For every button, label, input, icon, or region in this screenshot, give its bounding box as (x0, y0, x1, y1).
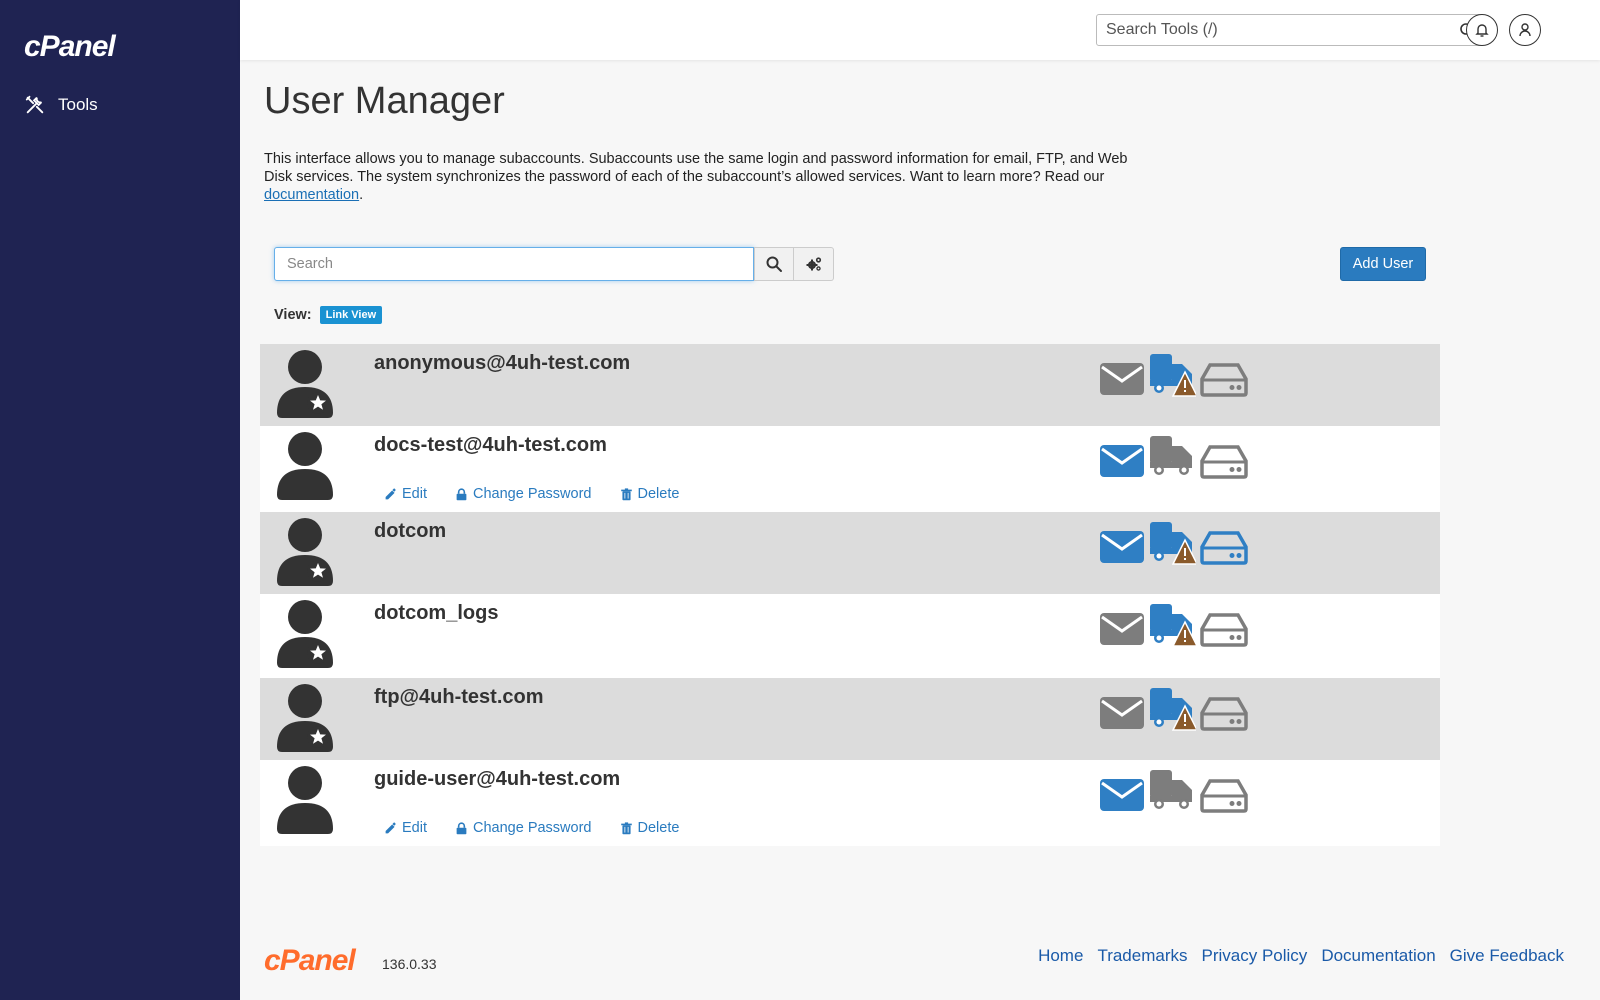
edit-button[interactable]: Edit (384, 486, 427, 502)
footer-link-trademarks[interactable]: Trademarks (1097, 946, 1187, 966)
user-row[interactable]: dotcom_logs (260, 594, 1440, 678)
email-service-icon[interactable] (1098, 690, 1146, 736)
ftp-service-icon[interactable] (1148, 768, 1196, 814)
notifications-button[interactable] (1466, 14, 1498, 46)
ftp-service-icon[interactable] (1148, 602, 1196, 648)
version-text: 136.0.33 (382, 956, 437, 972)
user-row[interactable]: docs-test@4uh-test.com Edit Change Passwor… (260, 426, 1440, 512)
page-title: User Manager (264, 80, 505, 122)
search-button[interactable] (754, 247, 794, 281)
email-service-icon[interactable] (1098, 438, 1146, 484)
pencil-icon (385, 487, 396, 499)
user-row[interactable]: dotcom (260, 512, 1440, 594)
action-label: Edit (402, 820, 427, 836)
trash-icon (620, 487, 632, 500)
link-view-badge[interactable]: Link View (319, 306, 383, 324)
user-list: anonymous@4uh-test.com docs-test@4uh-test… (260, 344, 1440, 846)
user-row[interactable]: anonymous@4uh-test.com (260, 344, 1440, 426)
username: docs-test@4uh-test.com (374, 434, 607, 456)
ftp-service-icon[interactable] (1148, 352, 1196, 398)
tools-icon (25, 95, 44, 114)
footer-link-give-feedback[interactable]: Give Feedback (1450, 946, 1564, 966)
username: anonymous@4uh-test.com (374, 352, 631, 374)
action-label: Delete (637, 820, 680, 836)
username: ftp@4uh-test.com (374, 686, 544, 708)
user-menu-button[interactable] (1509, 14, 1541, 46)
footer-link-documentation[interactable]: Documentation (1321, 946, 1435, 966)
footer-cpanel-logo[interactable]: cPanel (264, 944, 356, 978)
delete-button[interactable]: Delete (620, 820, 680, 836)
username: dotcom (374, 520, 447, 542)
sidebar-item-label: Tools (58, 95, 98, 114)
search-icon (766, 256, 782, 272)
bell-icon (1475, 24, 1489, 37)
email-service-icon[interactable] (1098, 606, 1146, 652)
ftp-service-icon[interactable] (1148, 520, 1196, 566)
special-user-avatar-icon (277, 684, 333, 752)
footer-link-home[interactable]: Home (1038, 946, 1083, 966)
user-icon (1519, 23, 1531, 37)
intro-text: This interface allows you to manage suba… (264, 150, 1144, 204)
email-service-icon[interactable] (1098, 524, 1146, 570)
gears-icon (806, 257, 821, 271)
cpanel-logo[interactable]: cPanel (24, 30, 116, 64)
user-search-group (274, 247, 834, 281)
web-disk-service-icon[interactable] (1200, 438, 1248, 484)
sidebar-item-tools[interactable]: Tools (24, 94, 98, 116)
user-row[interactable]: ftp@4uh-test.com (260, 678, 1440, 760)
row-actions: Edit Change Password Delete (384, 486, 679, 502)
documentation-link[interactable]: documentation (264, 187, 359, 203)
intro-body: This interface allows you to manage suba… (264, 151, 1128, 185)
web-disk-service-icon[interactable] (1200, 606, 1248, 652)
web-disk-service-icon[interactable] (1200, 690, 1248, 736)
action-label: Change Password (473, 820, 592, 836)
delete-button[interactable]: Delete (620, 486, 680, 502)
tool-search (1096, 14, 1484, 46)
footer-links: Home Trademarks Privacy Policy Documenta… (1038, 946, 1564, 966)
action-label: Delete (637, 486, 680, 502)
add-user-button[interactable]: Add User (1340, 247, 1426, 281)
web-disk-service-icon[interactable] (1200, 356, 1248, 402)
web-disk-service-icon[interactable] (1200, 524, 1248, 570)
lock-icon (456, 821, 467, 834)
lock-icon (456, 487, 467, 500)
user-avatar-icon (277, 432, 333, 500)
row-actions: Edit Change Password Delete (384, 820, 679, 836)
action-label: Edit (402, 486, 427, 502)
intro-end: . (359, 187, 364, 203)
view-label: View: (274, 307, 312, 323)
email-service-icon[interactable] (1098, 772, 1146, 818)
action-label: Change Password (473, 486, 592, 502)
pencil-icon (385, 821, 396, 833)
special-user-avatar-icon (277, 600, 333, 668)
user-row[interactable]: guide-user@4uh-test.com Edit Change Passwo… (260, 760, 1440, 846)
edit-button[interactable]: Edit (384, 820, 427, 836)
trash-icon (620, 821, 632, 834)
change-password-button[interactable]: Change Password (455, 486, 592, 502)
special-user-avatar-icon (277, 518, 333, 586)
top-bar (240, 0, 1600, 60)
user-avatar-icon (277, 766, 333, 834)
username: dotcom_logs (374, 602, 499, 624)
view-switcher: View: Link View (274, 306, 383, 324)
web-disk-service-icon[interactable] (1200, 772, 1248, 818)
settings-button[interactable] (794, 247, 834, 281)
ftp-service-icon[interactable] (1148, 434, 1196, 480)
user-search-input[interactable] (274, 247, 754, 281)
email-service-icon[interactable] (1098, 356, 1146, 402)
footer-link-privacy-policy[interactable]: Privacy Policy (1202, 946, 1308, 966)
sidebar: cPanel Tools (0, 0, 240, 1000)
username: guide-user@4uh-test.com (374, 768, 621, 790)
ftp-service-icon[interactable] (1148, 686, 1196, 732)
change-password-button[interactable]: Change Password (455, 820, 592, 836)
tool-search-input[interactable] (1097, 15, 1437, 45)
special-user-avatar-icon (277, 350, 333, 418)
